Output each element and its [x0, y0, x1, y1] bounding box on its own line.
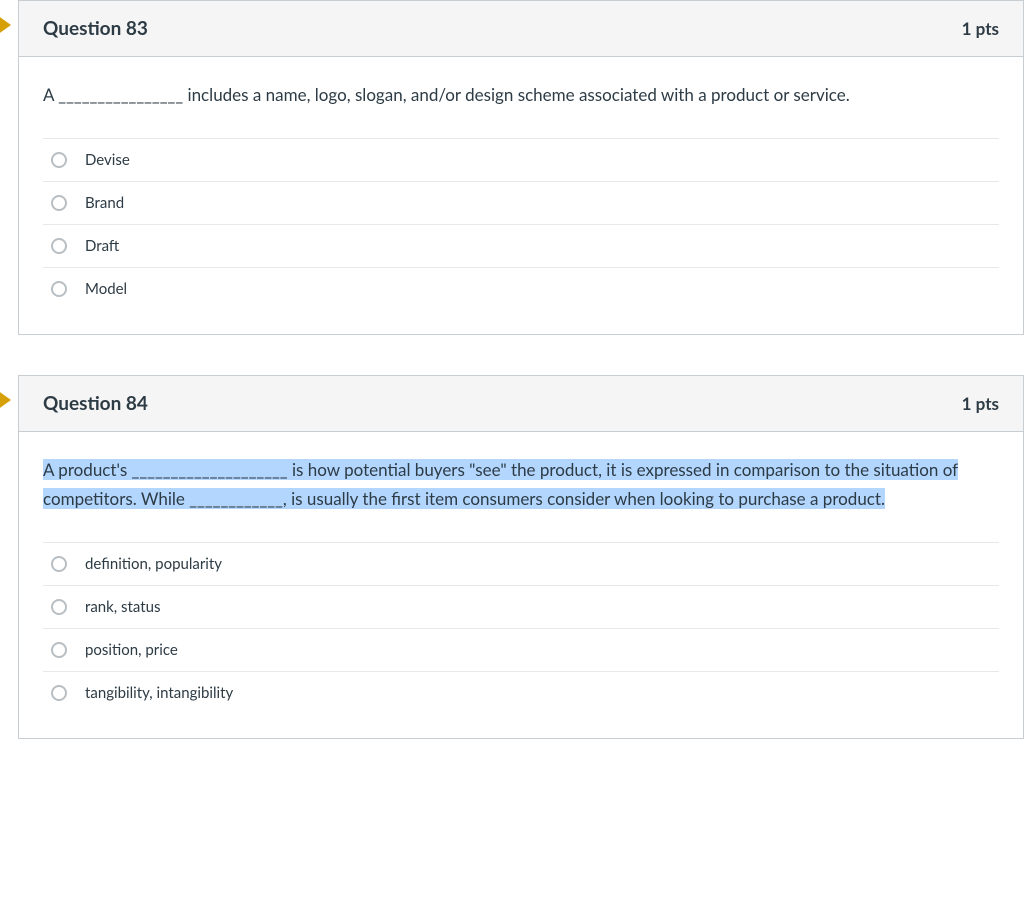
radio-icon[interactable]	[51, 599, 67, 615]
answer-option[interactable]: Brand	[43, 182, 999, 225]
question-card: Question 84 1 pts A product's ____________…	[18, 375, 1024, 739]
answer-label: Brand	[85, 194, 124, 212]
answer-option[interactable]: Model	[43, 268, 999, 310]
radio-icon[interactable]	[51, 685, 67, 701]
answer-label: Model	[85, 280, 127, 298]
answer-label: position, price	[85, 641, 178, 659]
question-points: 1 pts	[962, 18, 999, 39]
radio-icon[interactable]	[51, 152, 67, 168]
radio-icon[interactable]	[51, 195, 67, 211]
question-body: A ________________ includes a name, logo…	[19, 57, 1023, 334]
question-header: Question 84 1 pts	[19, 376, 1023, 432]
question-prompt: A ________________ includes a name, logo…	[43, 81, 999, 110]
answer-label: rank, status	[85, 598, 161, 616]
radio-icon[interactable]	[51, 281, 67, 297]
answer-option[interactable]: Draft	[43, 225, 999, 268]
radio-icon[interactable]	[51, 238, 67, 254]
question-header: Question 83 1 pts	[19, 1, 1023, 57]
question-title: Question 84	[43, 392, 148, 415]
question-prompt: A product's ____________________ is how …	[43, 456, 999, 514]
answer-list: Devise Brand Draft Model	[43, 138, 999, 310]
question-title: Question 83	[43, 17, 148, 40]
answer-option[interactable]: definition, popularity	[43, 543, 999, 586]
answer-label: Devise	[85, 151, 130, 169]
question-marker-icon	[0, 15, 11, 35]
highlighted-text: consider when looking to purchase a prod…	[547, 488, 885, 509]
answer-option[interactable]: tangibility, intangibility	[43, 672, 999, 714]
answer-option[interactable]: position, price	[43, 629, 999, 672]
radio-icon[interactable]	[51, 642, 67, 658]
answer-label: Draft	[85, 237, 119, 255]
question-points: 1 pts	[962, 393, 999, 414]
answer-option[interactable]: Devise	[43, 139, 999, 182]
answer-option[interactable]: rank, status	[43, 586, 999, 629]
answer-label: definition, popularity	[85, 555, 222, 573]
answer-label: tangibility, intangibility	[85, 684, 233, 702]
question-body: A product's ____________________ is how …	[19, 432, 1023, 738]
question-card: Question 83 1 pts A ________________ inclu…	[18, 0, 1024, 335]
answer-list: definition, popularity rank, status positi…	[43, 542, 999, 714]
question-marker-icon	[0, 390, 11, 410]
radio-icon[interactable]	[51, 556, 67, 572]
